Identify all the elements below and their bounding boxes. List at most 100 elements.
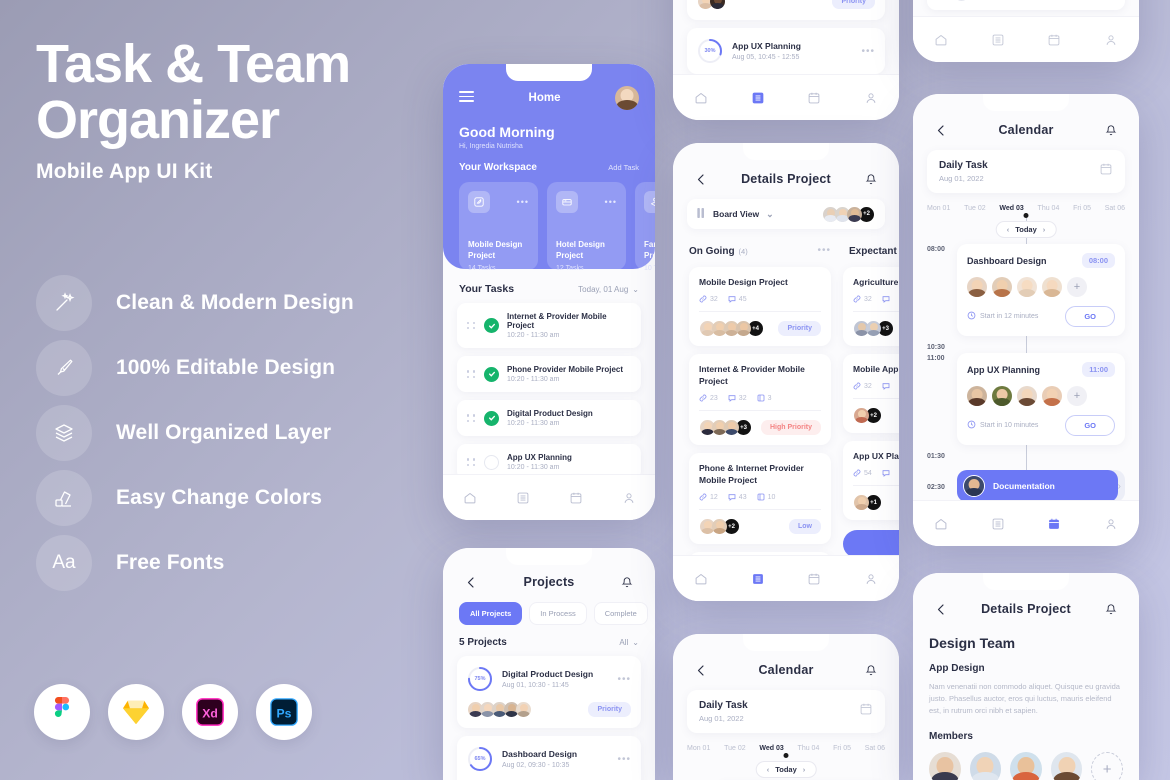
home-icon[interactable] [691,569,711,589]
profile-icon[interactable] [619,488,639,508]
bell-icon[interactable] [861,660,881,680]
add-member-button[interactable]: + [1067,277,1087,297]
back-icon[interactable] [931,599,951,619]
day-label[interactable]: Fri 05 [833,745,851,752]
task-row[interactable]: Phone Provider Mobile Project 10:20 - 11… [457,356,641,392]
day-label[interactable]: Tue 02 [724,745,746,752]
bell-icon[interactable] [1101,120,1121,140]
calendar-icon[interactable] [804,88,824,108]
day-label[interactable]: Thu 04 [798,745,820,752]
more-icon[interactable]: ••• [617,754,631,765]
avatar[interactable] [1010,752,1042,780]
kanban-card[interactable]: Mobile Design Project 32 45 +4 Priority [689,267,831,346]
avatar[interactable] [969,752,1002,780]
day-label[interactable]: Tue 02 [964,205,986,212]
day-label[interactable]: Fri 05 [1073,205,1091,212]
workspace-card[interactable]: ••• Hotel Design Project 12 Tasks [547,182,626,272]
avatar[interactable] [929,752,961,780]
workspace-card[interactable]: ••• Farm Design Project 10 Tasks [635,182,655,272]
drag-handle-icon[interactable] [467,458,476,466]
task-row[interactable]: Internet & Provider Mobile Project 10:20… [457,303,641,348]
list-icon[interactable] [748,569,768,589]
checkbox-empty-icon[interactable] [954,0,969,1]
add-member-button[interactable]: + [1091,752,1124,780]
project-card[interactable]: 40% Wireframe Design Aug 04, 11:40 - 12:… [687,0,885,20]
day-label[interactable]: Thu 04 [1038,205,1060,212]
add-task-button[interactable]: Add Task [608,163,639,172]
projects-filter[interactable]: All ⌄ [619,638,639,647]
tab-all-projects[interactable]: All Projects [459,602,523,625]
add-member-button[interactable]: + [1067,386,1087,406]
calendar-icon[interactable] [566,488,586,508]
chevron-left-icon[interactable]: ‹ [1007,225,1010,234]
back-icon[interactable] [691,660,711,680]
chevron-right-icon[interactable]: › [1118,481,1125,492]
back-icon[interactable] [931,120,951,140]
bell-icon[interactable] [1101,599,1121,619]
back-icon[interactable] [691,169,711,189]
kanban-card[interactable]: App UX Planning 54 +1 [843,441,899,520]
profile-icon[interactable] [1101,30,1121,50]
drag-handle-icon[interactable] [467,370,476,378]
menu-icon[interactable] [459,90,474,105]
daily-task-card[interactable]: Daily Task Aug 01, 2022 [927,150,1125,193]
bell-icon[interactable] [861,169,881,189]
kanban-card[interactable]: Agriculture Mobile Project 32 +3 [843,267,899,346]
calendar-icon[interactable] [1044,514,1064,534]
avatar[interactable] [1050,752,1083,780]
day-label[interactable]: Sat 06 [1105,205,1125,212]
bell-icon[interactable] [617,572,637,592]
today-pill[interactable]: ‹ Today › [755,761,817,778]
more-icon[interactable]: ••• [817,245,831,256]
today-pill[interactable]: ‹ Today › [995,221,1057,238]
calendar-icon[interactable] [1044,30,1064,50]
home-icon[interactable] [931,514,951,534]
list-icon[interactable] [513,488,533,508]
check-icon[interactable] [484,318,499,333]
event-card[interactable]: Dashboard Design 08:00 + Start in 12 min… [957,244,1125,336]
workspace-card[interactable]: ••• Mobile Design Project 14 Tasks [459,182,538,272]
project-card[interactable]: 30% App UX Planning Aug 05, 10:45 - 12:5… [687,28,885,74]
home-icon[interactable] [460,488,480,508]
next-button[interactable]: N [843,530,899,558]
board-view-selector[interactable]: Board View ⌄ +2 [687,199,885,229]
kanban-card[interactable]: Internet & Provider Mobile Project 23 32… [689,354,831,445]
chevron-right-icon[interactable]: › [1043,225,1046,234]
kanban-card[interactable]: Phone & Internet Provider Mobile Project… [689,453,831,544]
list-icon[interactable] [988,30,1008,50]
project-card[interactable]: 65% Dashboard Design Aug 02, 09:30 - 10:… [457,736,641,780]
calendar-icon[interactable] [804,569,824,589]
calendar-icon[interactable] [1099,162,1113,181]
project-card[interactable]: 75% Digital Product Design Aug 01, 10:30… [457,656,641,728]
calendar-icon[interactable] [859,702,873,721]
drag-handle-icon[interactable] [467,414,476,422]
chevron-left-icon[interactable]: ‹ [767,765,770,774]
home-icon[interactable] [691,88,711,108]
check-icon[interactable] [484,410,499,426]
event-bar-documentation[interactable]: Documentation [957,470,1118,502]
chevron-right-icon[interactable]: › [803,765,806,774]
home-icon[interactable] [931,30,951,50]
profile-icon[interactable] [861,88,881,108]
tab-complete[interactable]: Complete [593,602,648,625]
back-icon[interactable] [461,572,481,592]
day-label-active[interactable]: Wed 03 [999,205,1023,212]
daily-task-card[interactable]: Daily Task Aug 01, 2022 [687,690,885,733]
day-label[interactable]: Mon 01 [687,745,710,752]
tab-in-process[interactable]: In Process [529,602,587,625]
day-label[interactable]: Mon 01 [927,205,950,212]
more-icon[interactable]: ••• [861,46,875,57]
day-label[interactable]: Sat 06 [865,745,885,752]
go-button[interactable]: GO [1065,306,1115,327]
task-row[interactable]: Digital Product Design 10:20 - 11:30 am [457,400,641,436]
avatar[interactable] [614,86,639,110]
kanban-card[interactable]: Mobile App 32 +2 [843,354,899,433]
tasks-date-filter[interactable]: Today, 01 Aug ⌄ [578,285,639,294]
more-icon[interactable]: ••• [517,197,529,207]
checkbox-empty-icon[interactable] [484,454,499,470]
list-icon[interactable] [748,88,768,108]
event-card[interactable]: App UX Planning 11:00 + Start in 10 minu… [957,353,1125,445]
check-icon[interactable] [484,366,499,382]
go-button[interactable]: GO [1065,415,1115,436]
profile-icon[interactable] [861,569,881,589]
